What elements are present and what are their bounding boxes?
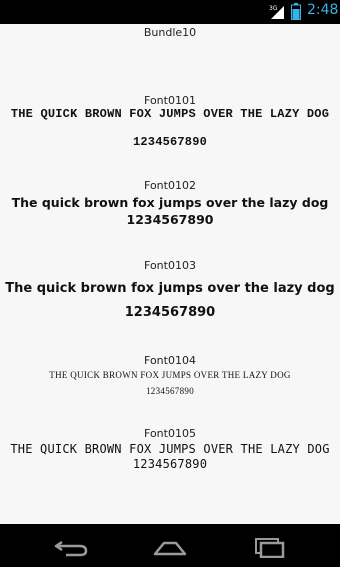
font-digits-0104: 1234567890 bbox=[146, 386, 194, 396]
font-list[interactable]: Bundle10 Font0101 THE QUICK BROWN FOX JU… bbox=[0, 24, 340, 524]
font-digits-0103: 1234567890 bbox=[124, 305, 216, 320]
font-label-0102: Font0102 bbox=[144, 179, 196, 192]
svg-text:3G: 3G bbox=[269, 5, 278, 12]
back-icon[interactable] bbox=[52, 534, 92, 558]
signal-icon: 3G bbox=[269, 3, 285, 20]
status-bar: 3G 2:48 bbox=[0, 0, 340, 24]
font-sample-0101: THE QUICK BROWN FOX JUMPS OVER THE LAZY … bbox=[10, 107, 330, 121]
recents-icon[interactable] bbox=[250, 534, 290, 559]
home-icon[interactable] bbox=[150, 534, 190, 558]
font-digits-0102: 1234567890 bbox=[126, 212, 214, 227]
navigation-bar bbox=[0, 524, 340, 567]
font-sample-0105: THE QUICK BROWN FOX JUMPS OVER THE LAZY … bbox=[10, 442, 330, 456]
font-sample-0102: The quick brown fox jumps over the lazy … bbox=[11, 195, 329, 210]
font-sample-0104: THE QUICK BROWN FOX JUMPS OVER THE LAZY … bbox=[49, 370, 291, 380]
font-label-0104: Font0104 bbox=[144, 354, 196, 367]
font-label-0103: Font0103 bbox=[144, 259, 196, 272]
font-digits-0105: 1234567890 bbox=[132, 457, 208, 471]
battery-icon bbox=[291, 3, 301, 20]
font-digits-0101: 1234567890 bbox=[132, 135, 207, 149]
font-label-0105: Font0105 bbox=[144, 427, 196, 440]
clock: 2:48 bbox=[307, 2, 339, 18]
font-label-0101: Font0101 bbox=[144, 94, 196, 107]
bundle-title: Bundle10 bbox=[143, 26, 197, 39]
font-sample-0103: The quick brown fox jumps over the lazy … bbox=[5, 281, 335, 296]
